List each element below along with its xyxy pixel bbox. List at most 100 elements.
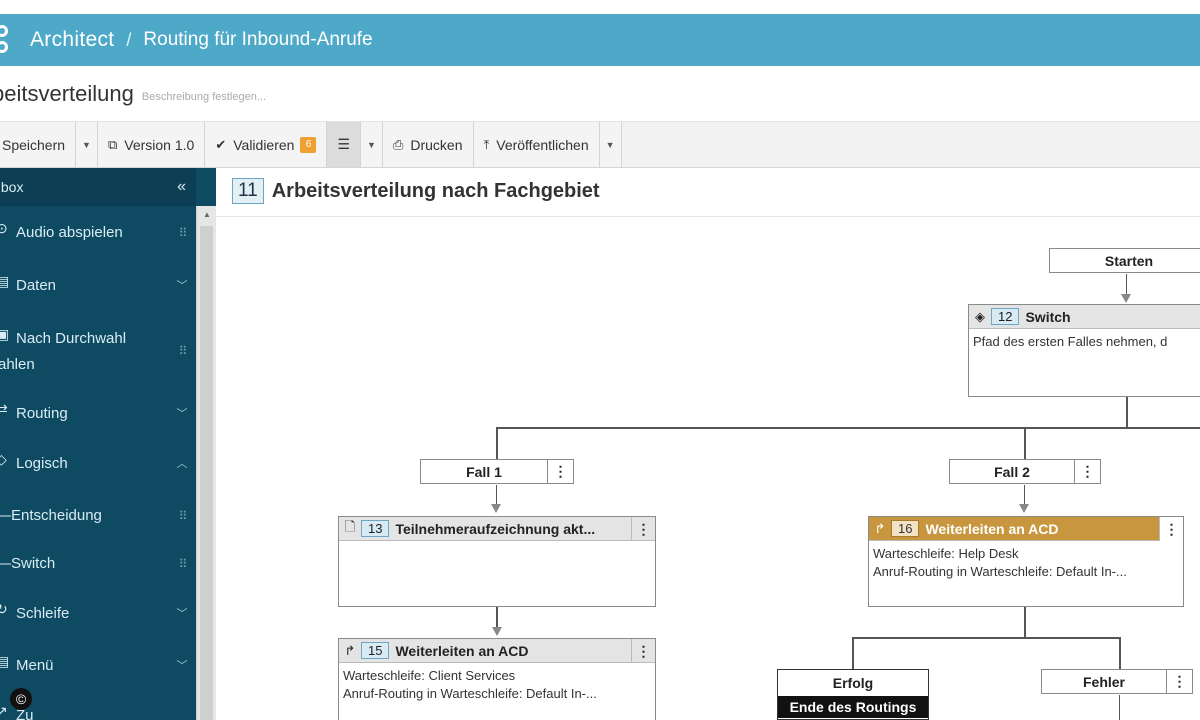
toolbox-item-label: Nach Durchwahl ahlen — [0, 326, 168, 378]
connector-line — [1126, 397, 1128, 428]
publish-button[interactable]: ⤒ Veröffentlichen — [473, 122, 600, 167]
record-participant-node[interactable]: 🗋 13 Teilnehmeraufzeichnung akt... ⋮ — [338, 516, 656, 607]
node-title: Weiterleiten an ACD — [925, 520, 1059, 537]
node-title: Weiterleiten an ACD — [395, 642, 529, 659]
chevron-down-icon[interactable]: ﹀ — [168, 653, 196, 679]
queue-line: Warteschleife: Help Desk — [873, 546, 1019, 561]
chevron-up-icon[interactable]: ︿ — [168, 451, 196, 477]
list-dropdown-button[interactable]: ▼ — [361, 122, 383, 167]
toolbox-item-logical[interactable]: ◇ Logisch ︿ — [0, 451, 196, 477]
print-button[interactable]: ⎙ Drucken — [382, 122, 474, 167]
toolbox-item-label: —Entscheidung — [0, 507, 102, 524]
document-icon: 🗋 — [344, 518, 356, 534]
app-header: Architect / Routing für Inbound-Anrufe — [0, 14, 1200, 66]
task-title: 11 Arbeitsverteilung nach Fachgebiet — [232, 178, 600, 204]
toolbox-item-label: Logisch — [16, 455, 68, 472]
switch-node[interactable]: ◈ 12 Switch Pfad des ersten Falles nehme… — [968, 304, 1200, 397]
drag-handle-icon[interactable]: ⠿ — [168, 551, 196, 577]
drag-handle-icon[interactable]: ⠿ — [168, 220, 196, 246]
node-header: 🗋 13 Teilnehmeraufzeichnung akt... ⋮ — [339, 516, 655, 541]
routing-line: Anruf-Routing in Warteschleife: Default … — [873, 564, 1127, 579]
sidebar-scrollbar[interactable]: ▲ — [196, 206, 216, 720]
transfer-acd-help-desk-node[interactable]: ↱ 16 Weiterleiten an ACD ⋮ Warteschleife… — [868, 516, 1184, 607]
menu-icon: ▤ — [0, 653, 10, 669]
failure-node[interactable]: Fehler ⋮ — [1041, 669, 1193, 694]
save-dropdown-button[interactable]: ▼ — [76, 122, 98, 167]
node-header: ↱ 16 Weiterleiten an ACD ⋮ — [869, 516, 1183, 541]
flow-title[interactable]: beitsverteilung — [0, 81, 134, 107]
chevron-down-icon[interactable]: ﹀ — [168, 401, 196, 427]
failure-label: Fehler — [1082, 673, 1125, 690]
task-title-text[interactable]: Arbeitsverteilung nach Fachgebiet — [272, 180, 600, 203]
flow-canvas[interactable]: 11 Arbeitsverteilung nach Fachgebiet Sta… — [216, 168, 1200, 720]
genesys-logo-icon — [0, 23, 12, 57]
kebab-menu-icon[interactable]: ⋮ — [631, 516, 655, 541]
connector-line — [1024, 485, 1025, 506]
transfer-icon: ↱ — [344, 642, 356, 658]
toolbar: Speichern ▼ ⧉ Version 1.0 ✔ Validieren 6… — [0, 122, 1200, 168]
check-icon: ✔ — [215, 136, 227, 152]
toolbox-item-switch[interactable]: —Switch ⠿ — [0, 551, 196, 577]
toolbox-title: olbox — [0, 179, 24, 195]
list-view-button[interactable]: ☰ — [327, 122, 362, 167]
publish-dropdown-button[interactable]: ▼ — [599, 122, 622, 167]
app-name[interactable]: Architect — [30, 28, 114, 52]
arrow-down-icon — [1121, 294, 1131, 303]
scrollbar-thumb[interactable] — [200, 226, 213, 720]
kebab-menu-icon[interactable]: ⋮ — [547, 459, 573, 484]
kebab-menu-icon[interactable]: ⋮ — [1074, 459, 1100, 484]
transfer-icon: ↗ — [0, 703, 8, 719]
toolbox-item-loop[interactable]: ↻ Schleife ﹀ — [0, 601, 196, 627]
collapse-icon[interactable]: « — [177, 178, 186, 196]
kebab-menu-icon[interactable]: ⋮ — [1166, 669, 1192, 694]
case-1-node[interactable]: Fall 1 ⋮ — [420, 459, 574, 484]
save-button[interactable]: Speichern — [0, 122, 77, 167]
toolbox-item-decision[interactable]: —Entscheidung ⠿ — [0, 503, 196, 529]
diamond-icon: ◈ — [975, 308, 985, 324]
switch-node-body: Pfad des ersten Falles nehmen, d — [973, 334, 1168, 349]
start-node[interactable]: Starten — [1049, 248, 1200, 273]
validate-button[interactable]: ✔ Validieren 6 — [205, 122, 328, 167]
node-title: Teilnehmeraufzeichnung akt... — [395, 520, 596, 537]
node-number: 15 — [361, 642, 390, 659]
toolbox-item-routing[interactable]: ⇄ Routing ﹀ — [0, 401, 196, 427]
transfer-acd-client-services-node[interactable]: ↱ 15 Weiterleiten an ACD ⋮ Warteschleife… — [338, 638, 656, 720]
routing-line: Anruf-Routing in Warteschleife: Default … — [343, 686, 597, 701]
toolbox-item-data[interactable]: ▤ Daten ﹀ — [0, 273, 196, 299]
breadcrumb-flow-name[interactable]: Routing für Inbound-Anrufe — [143, 29, 372, 51]
node-number: 13 — [361, 520, 390, 537]
case-2-node[interactable]: Fall 2 ⋮ — [949, 459, 1101, 484]
chevron-down-icon[interactable]: ﹀ — [168, 273, 196, 299]
drag-handle-icon[interactable]: ⠿ — [168, 503, 196, 529]
toolbox-item-label-line2: ahlen — [0, 356, 35, 373]
description-placeholder[interactable]: Beschreibung festlegen... — [142, 91, 266, 103]
connector-line — [496, 427, 1200, 429]
node-title: Switch — [1025, 308, 1071, 325]
version-button[interactable]: ⧉ Version 1.0 — [97, 122, 206, 167]
queue-line: Warteschleife: Client Services — [343, 668, 516, 683]
print-label: Drucken — [410, 136, 463, 153]
play-circle-icon: ⊙ — [0, 220, 8, 236]
toolbox-item-label: —Switch — [0, 555, 56, 572]
scroll-up-icon[interactable]: ▲ — [197, 206, 217, 224]
node-number: 12 — [991, 308, 1020, 325]
success-terminal[interactable]: Erfolg Ende des Routings — [777, 669, 929, 720]
toolbox-item-menu[interactable]: ▤ Menü ﹀ — [0, 653, 196, 679]
toolbox-item-dial-by-extension[interactable]: ▣ Nach Durchwahl ahlen ⠿ — [0, 326, 196, 378]
drag-handle-icon[interactable]: ⠿ — [168, 338, 196, 364]
case-label: Fall 1 — [466, 463, 502, 480]
version-label: Version 1.0 — [124, 136, 195, 153]
node-body: Warteschleife: Client Services Anruf-Rou… — [339, 663, 655, 707]
connector-line — [852, 637, 1121, 639]
switch-node-header: ◈ 12 Switch — [969, 305, 1200, 329]
toolbox-item-audio[interactable]: ⊙ Audio abspielen ⠿ — [0, 220, 196, 246]
kebab-menu-icon[interactable]: ⋮ — [1159, 516, 1183, 541]
chevron-down-icon[interactable]: ﹀ — [168, 601, 196, 627]
kebab-menu-icon[interactable]: ⋮ — [631, 638, 655, 663]
architect-app: Architect / Routing für Inbound-Anrufe b… — [0, 0, 1200, 720]
arrow-down-icon — [492, 627, 502, 636]
connector-line — [496, 427, 498, 459]
case-label: Fall 2 — [994, 463, 1030, 480]
connector-line — [1119, 637, 1121, 669]
caret-down-icon: ▼ — [82, 139, 91, 150]
